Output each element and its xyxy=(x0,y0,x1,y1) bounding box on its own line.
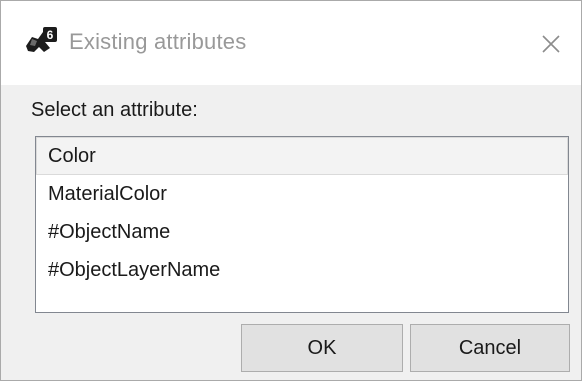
close-icon xyxy=(542,35,560,53)
existing-attributes-dialog: 6 Existing attributes Select an attribut… xyxy=(0,0,582,381)
list-item[interactable]: MaterialColor xyxy=(36,175,568,213)
svg-text:6: 6 xyxy=(47,28,54,42)
attribute-list[interactable]: Color MaterialColor #ObjectName #ObjectL… xyxy=(35,136,569,313)
cancel-button[interactable]: Cancel xyxy=(410,324,570,372)
list-item[interactable]: Color xyxy=(36,137,568,175)
select-attribute-label: Select an attribute: xyxy=(31,99,198,121)
list-item[interactable]: #ObjectName xyxy=(36,213,568,251)
rhino-grasshopper-icon: 6 xyxy=(23,25,59,61)
window-title: Existing attributes xyxy=(69,29,247,54)
title-bar: 6 Existing attributes xyxy=(1,1,581,85)
close-button[interactable] xyxy=(536,29,566,59)
list-item[interactable]: #ObjectLayerName xyxy=(36,251,568,289)
ok-button[interactable]: OK xyxy=(241,324,403,372)
